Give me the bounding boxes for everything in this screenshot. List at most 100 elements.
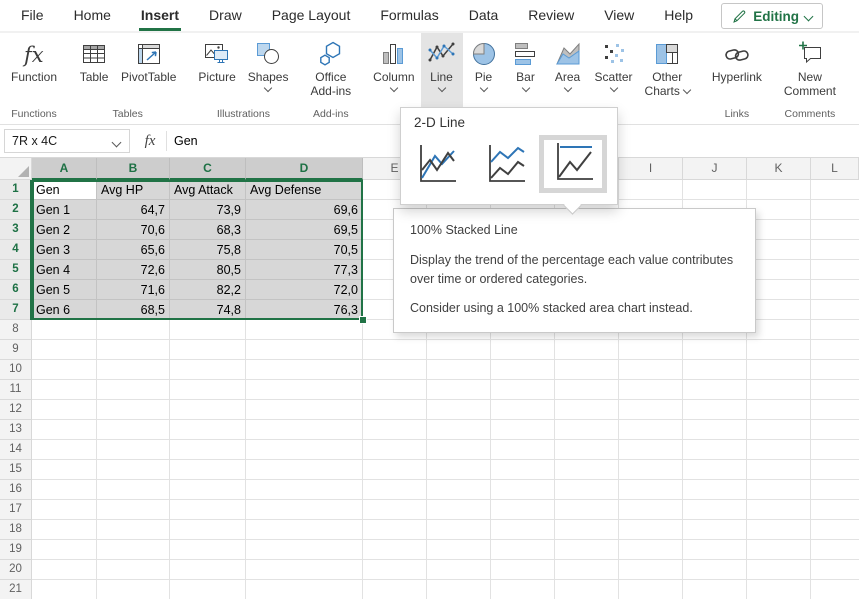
pivottable-button[interactable]: PivotTable (115, 33, 182, 107)
line-thumb[interactable] (413, 141, 459, 187)
line-chart-label: Line (430, 70, 453, 84)
row-header-4[interactable]: 4 (0, 240, 32, 260)
cell-C3[interactable]: 68,3 (170, 220, 246, 240)
menu-tab-data[interactable]: Data (454, 0, 514, 31)
ribbon-group-label: Links (725, 107, 750, 124)
cell-D3[interactable]: 69,5 (246, 220, 363, 240)
ribbon-group-text: ATextBoxText (849, 33, 859, 124)
column-header-A[interactable]: A (32, 158, 97, 180)
table-icon (79, 38, 109, 70)
cell-B1[interactable]: Avg HP (97, 180, 170, 200)
insert-function-button[interactable]: fx (138, 129, 162, 153)
cell-C2[interactable]: 73,9 (170, 200, 246, 220)
row-header-9[interactable]: 9 (0, 340, 32, 360)
cell-C6[interactable]: 82,2 (170, 280, 246, 300)
stacked-line-thumb[interactable] (482, 141, 528, 187)
row-header-11[interactable]: 11 (0, 380, 32, 400)
cell-A3[interactable]: Gen 2 (32, 220, 97, 240)
cell-B5[interactable]: 72,6 (97, 260, 170, 280)
fill-handle[interactable] (359, 316, 367, 324)
shapes-button[interactable]: Shapes (242, 33, 295, 107)
cell-C4[interactable]: 75,8 (170, 240, 246, 260)
row-header-3[interactable]: 3 (0, 220, 32, 240)
picture-button[interactable]: Picture (192, 33, 241, 107)
row-header-6[interactable]: 6 (0, 280, 32, 300)
cell-A6[interactable]: Gen 5 (32, 280, 97, 300)
cell-A7[interactable]: Gen 6 (32, 300, 97, 320)
ribbon-group-label: Add-ins (313, 107, 349, 124)
cell-A4[interactable]: Gen 3 (32, 240, 97, 260)
cell-B4[interactable]: 65,6 (97, 240, 170, 260)
name-box[interactable]: 7R x 4C (4, 129, 130, 153)
menu-tab-help[interactable]: Help (649, 0, 708, 31)
function-button[interactable]: fxFunction (5, 33, 63, 107)
menu-tab-formulas[interactable]: Formulas (365, 0, 453, 31)
ribbon-group-functions: fxFunctionFunctions (2, 33, 66, 124)
cell-C5[interactable]: 80,5 (170, 260, 246, 280)
row-header-19[interactable]: 19 (0, 540, 32, 560)
column-header-C[interactable]: C (170, 158, 246, 180)
menu-tab-draw[interactable]: Draw (194, 0, 257, 31)
cell-D4[interactable]: 70,5 (246, 240, 363, 260)
cell-B7[interactable]: 68,5 (97, 300, 170, 320)
cell-D6[interactable]: 72,0 (246, 280, 363, 300)
column-header-K[interactable]: K (747, 158, 811, 180)
column-header-L[interactable]: L (811, 158, 859, 180)
cell-D5[interactable]: 77,3 (246, 260, 363, 280)
row-header-13[interactable]: 13 (0, 420, 32, 440)
office-add-ins-button[interactable]: OfficeAdd-ins (304, 33, 357, 107)
row-header-18[interactable]: 18 (0, 520, 32, 540)
menu-tab-home[interactable]: Home (59, 0, 126, 31)
column-header-J[interactable]: J (683, 158, 747, 180)
other-charts-button[interactable]: OtherCharts (639, 33, 696, 119)
row-header-20[interactable]: 20 (0, 560, 32, 580)
cell-B3[interactable]: 70,6 (97, 220, 170, 240)
column-header-D[interactable]: D (246, 158, 363, 180)
fx-icon: fx (145, 133, 156, 150)
row-header-21[interactable]: 21 (0, 580, 32, 599)
formula-input[interactable]: Gen (174, 129, 198, 153)
row-header-12[interactable]: 12 (0, 400, 32, 420)
cell-C1[interactable]: Avg Attack (170, 180, 246, 200)
editing-mode-button[interactable]: Editing (721, 3, 823, 29)
column-icon (379, 38, 409, 70)
tooltip-note: Consider using a 100% stacked area chart… (410, 299, 739, 318)
menu-tab-view[interactable]: View (589, 0, 649, 31)
row-header-10[interactable]: 10 (0, 360, 32, 380)
cell-A5[interactable]: Gen 4 (32, 260, 97, 280)
row-header-14[interactable]: 14 (0, 440, 32, 460)
row-header-1[interactable]: 1 (0, 180, 32, 200)
tooltip-body: Display the trend of the percentage each… (410, 251, 739, 289)
cell-D7[interactable]: 76,3 (246, 300, 363, 320)
select-all-button[interactable] (0, 158, 32, 180)
cell-A1[interactable]: Gen (32, 180, 97, 200)
stacked-100-line-thumb-highlighted[interactable] (539, 135, 607, 193)
table-button[interactable]: Table (73, 33, 115, 107)
row-header-16[interactable]: 16 (0, 480, 32, 500)
column-header-B[interactable]: B (97, 158, 170, 180)
row-header-5[interactable]: 5 (0, 260, 32, 280)
cell-B6[interactable]: 71,6 (97, 280, 170, 300)
cell-D1[interactable]: Avg Defense (246, 180, 363, 200)
cell-A2[interactable]: Gen 1 (32, 200, 97, 220)
row-header-7[interactable]: 7 (0, 300, 32, 320)
text-box-button[interactable]: ATextBox (852, 33, 859, 107)
chart-tooltip: 100% Stacked Line Display the trend of t… (393, 208, 756, 333)
cell-D2[interactable]: 69,6 (246, 200, 363, 220)
menu-tab-review[interactable]: Review (513, 0, 589, 31)
menu-tab-page-layout[interactable]: Page Layout (257, 0, 366, 31)
cell-C7[interactable]: 74,8 (170, 300, 246, 320)
ribbon-group-links: HyperlinkLinks (703, 33, 771, 124)
row-header-15[interactable]: 15 (0, 460, 32, 480)
ribbon-group-label: Comments (785, 107, 836, 124)
row-header-8[interactable]: 8 (0, 320, 32, 340)
column-header-I[interactable]: I (619, 158, 683, 180)
menu-tab-insert[interactable]: Insert (126, 0, 194, 31)
editing-label: Editing (753, 9, 799, 24)
cell-B2[interactable]: 64,7 (97, 200, 170, 220)
row-header-17[interactable]: 17 (0, 500, 32, 520)
menu-tab-file[interactable]: File (6, 0, 59, 31)
row-header-2[interactable]: 2 (0, 200, 32, 220)
new-comment-button[interactable]: NewComment (778, 33, 842, 107)
hyperlink-button[interactable]: Hyperlink (706, 33, 768, 107)
